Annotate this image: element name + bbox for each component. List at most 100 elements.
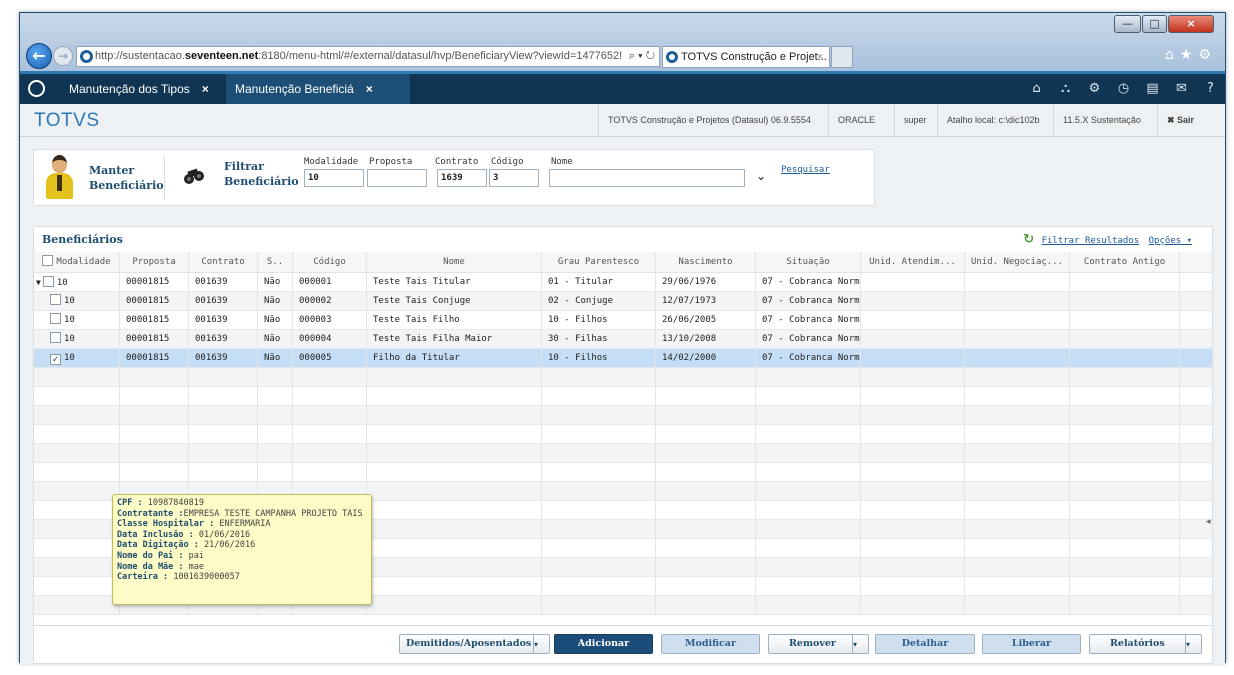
binoculars-icon[interactable] (182, 164, 206, 188)
expand-icon[interactable]: ▼ (36, 278, 41, 287)
relatorios-button[interactable]: Relatórios ▾ (1089, 634, 1202, 654)
demitidos-aposentados-button[interactable]: Demitidos/Aposentados ▾ (399, 634, 550, 654)
cell-situacao: 07 - Cobranca Norm (756, 330, 861, 349)
modificar-button[interactable]: Modificar (661, 634, 760, 654)
clock-icon[interactable]: ◷ (1109, 74, 1138, 104)
gear-icon[interactable]: ⚙ (1080, 74, 1109, 104)
row-checkbox[interactable]: ✓ (50, 354, 61, 365)
minimize-button[interactable]: — (1114, 15, 1141, 33)
browser-tab[interactable]: TOTVS Construção e Projet... × (662, 46, 830, 68)
empty-cell (965, 330, 1070, 349)
cell-proposta: 00001815 (120, 273, 189, 292)
back-icon[interactable]: ← (26, 43, 52, 69)
forward-icon[interactable]: → (53, 46, 73, 66)
close-icon[interactable]: × (202, 82, 209, 96)
empty-cell (861, 596, 965, 615)
empty-cell (756, 444, 861, 463)
column-header-unid-atendimento[interactable]: Unid. Atendim... (861, 252, 965, 273)
empty-cell (542, 501, 656, 520)
table-row[interactable]: 10 00001815 001639 Não 000002 Teste Tais Conj… (34, 292, 1212, 311)
chevron-down-icon[interactable]: ▾ (852, 635, 868, 653)
empty-cell (189, 425, 258, 444)
empty-cell (861, 330, 965, 349)
remover-button[interactable]: Remover ▾ (768, 634, 869, 654)
address-controls-icon[interactable]: ⌕ ▾ ↻ (624, 47, 655, 66)
mail-icon[interactable]: ✉ (1167, 74, 1196, 104)
row-checkbox[interactable] (50, 294, 61, 305)
main-content: Manter Beneficiário Filtrar Beneficiário M… (20, 137, 1225, 664)
divider (164, 156, 165, 200)
pesquisar-link[interactable]: Pesquisar (781, 165, 830, 175)
empty-cell (542, 425, 656, 444)
close-window-button[interactable]: × (1168, 15, 1214, 33)
column-header-contrato-antigo[interactable]: Contrato Antigo (1070, 252, 1180, 273)
tab-manutencao-tipos[interactable]: Manutenção dos Tipos × (60, 74, 226, 104)
row-checkbox[interactable] (42, 276, 54, 287)
modalidade-input[interactable]: 10 (304, 169, 364, 187)
chevron-down-icon[interactable]: ▾ (533, 635, 549, 653)
empty-cell (756, 406, 861, 425)
maximize-button[interactable]: □ (1142, 15, 1167, 33)
column-header-proposta[interactable]: Proposta (120, 252, 189, 273)
empty-cell (120, 406, 189, 425)
sitemap-icon[interactable]: ⛬ (1051, 74, 1080, 104)
cell-modalidade: ▼ 10 (34, 273, 120, 292)
column-header-nascimento[interactable]: Nascimento (656, 252, 756, 273)
empty-cell (542, 577, 656, 596)
table-row[interactable]: 10 00001815 001639 Não 000003 Teste Tais Filh… (34, 311, 1212, 330)
column-header-contrato[interactable]: Contrato (189, 252, 258, 273)
select-all-checkbox[interactable] (42, 255, 54, 266)
table-row[interactable]: ▼ 10 00001815 001639 Não 000001 Teste Tais Tit… (34, 273, 1212, 292)
empty-cell (34, 368, 120, 387)
empty-cell (861, 387, 965, 406)
document-icon[interactable]: ▤ (1138, 74, 1167, 104)
tab-label: Manutenção Beneficiá (235, 82, 354, 96)
tab-close-icon[interactable]: × (817, 47, 823, 67)
row-checkbox[interactable] (50, 332, 61, 343)
column-header-situacao[interactable]: Situação (756, 252, 861, 273)
empty-cell (656, 425, 756, 444)
column-header-modalidade[interactable]: Modalidade (34, 252, 120, 273)
row-checkbox[interactable] (50, 313, 61, 324)
help-icon[interactable]: ? (1196, 74, 1225, 104)
filtrar-resultados-link[interactable]: Filtrar Resultados (1042, 236, 1140, 246)
chevron-down-icon[interactable]: ⌄ (756, 169, 766, 183)
column-header-codigo[interactable]: Código (293, 252, 367, 273)
column-header-s[interactable]: S.. (258, 252, 293, 273)
refresh-icon[interactable]: ↻ (1023, 232, 1034, 247)
chevron-down-icon[interactable]: ▾ (1185, 635, 1201, 653)
opcoes-link[interactable]: Opções ▾ (1149, 236, 1192, 246)
empty-cell (656, 501, 756, 520)
empty-cell (965, 539, 1070, 558)
nome-input[interactable] (549, 169, 745, 187)
close-icon[interactable]: × (366, 82, 373, 96)
column-header-nome[interactable]: Nome (367, 252, 542, 273)
detalhar-button[interactable]: Detalhar (875, 634, 975, 654)
column-header-unid-negociacao[interactable]: Unid. Negociaç... (965, 252, 1070, 273)
adicionar-button[interactable]: Adicionar (554, 634, 653, 654)
address-bar[interactable]: http://sustentacao.seventeen.net:8180/me… (76, 46, 660, 67)
cell-grau-parentesco: 02 - Conjuge (542, 292, 656, 311)
cell-modalidade: 10 (34, 292, 120, 311)
codigo-input[interactable]: 3 (489, 169, 539, 187)
proposta-input[interactable] (367, 169, 427, 187)
collapse-handle-icon[interactable]: ◂ (1206, 517, 1212, 547)
app-logo-icon[interactable] (28, 80, 45, 97)
column-header-grau-parentesco[interactable]: Grau Parentesco (542, 252, 656, 273)
exit-button[interactable]: ✖ Sair (1157, 104, 1203, 137)
home-icon[interactable]: ⌂ (1022, 74, 1051, 104)
new-tab-button[interactable] (831, 46, 853, 68)
browser-icons[interactable]: ⌂★⚙ (1165, 47, 1217, 63)
empty-cell (34, 463, 120, 482)
tab-manutencao-beneficiario[interactable]: Manutenção Beneficiá × (226, 74, 410, 104)
table-row[interactable]: 10 00001815 001639 Não 000004 Teste Tais Filh… (34, 330, 1212, 349)
empty-cell (542, 482, 656, 501)
table-row[interactable]: ✓ 10 00001815 001639 Não 000005 Filho da Titul… (34, 349, 1212, 368)
empty-cell (542, 539, 656, 558)
cell-grau-parentesco: 10 - Filhos (542, 311, 656, 330)
liberar-button[interactable]: Liberar (982, 634, 1081, 654)
contrato-input[interactable]: 1639 (437, 169, 487, 187)
empty-cell (861, 520, 965, 539)
empty-cell (120, 368, 189, 387)
empty-cell (656, 558, 756, 577)
